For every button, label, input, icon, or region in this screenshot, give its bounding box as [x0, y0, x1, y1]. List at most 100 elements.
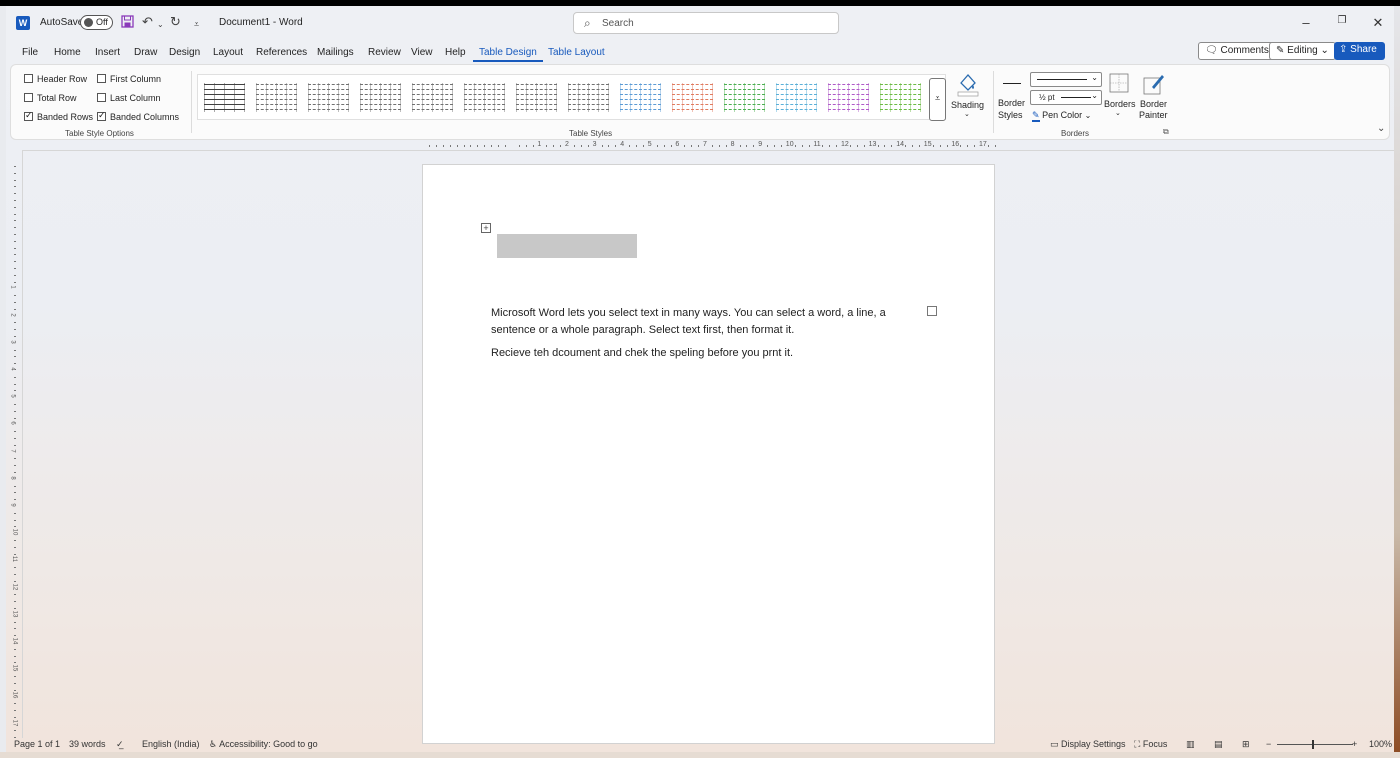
- table-style-swatch[interactable]: [412, 83, 453, 112]
- ruler-number: 15: [11, 664, 18, 672]
- read-mode-icon[interactable]: ▥: [1186, 739, 1195, 750]
- table-style-swatch[interactable]: [204, 83, 245, 112]
- paragraph-2[interactable]: Recieve teh dcoument and chek the spelin…: [491, 345, 901, 362]
- pen-color-button[interactable]: ✎ Pen Color ⌄: [1032, 110, 1102, 124]
- table-style-swatch[interactable]: [516, 83, 557, 112]
- accessibility-status[interactable]: ♿︎ Accessibility: Good to go: [209, 739, 318, 750]
- table-cell-selected[interactable]: [497, 234, 637, 258]
- undo-icon[interactable]: ↶: [142, 15, 153, 29]
- web-layout-icon[interactable]: ⊞: [1242, 739, 1250, 750]
- proofing-icon[interactable]: ✓̲: [116, 739, 124, 750]
- save-icon[interactable]: [121, 15, 134, 31]
- swatch-col-line: [432, 83, 433, 112]
- table-move-handle-icon[interactable]: +: [481, 223, 491, 233]
- tab-view[interactable]: View: [411, 47, 433, 58]
- zoom-in-icon[interactable]: +: [1352, 739, 1357, 749]
- search-input[interactable]: ⌕ Search: [573, 12, 839, 34]
- swatch-col-line: [620, 83, 621, 112]
- tab-references[interactable]: References: [256, 47, 307, 58]
- borders-grid-icon: [1109, 73, 1129, 93]
- table-style-swatch[interactable]: [828, 83, 869, 112]
- redo-icon[interactable]: ↻: [170, 15, 181, 29]
- header-row-checkbox[interactable]: Header Row: [24, 74, 87, 84]
- comments-label: Comments: [1220, 45, 1269, 56]
- tab-draw[interactable]: Draw: [134, 47, 157, 58]
- word-count[interactable]: 39 words: [69, 739, 106, 749]
- ruler-left-border: [22, 150, 23, 738]
- table-style-swatch[interactable]: [360, 83, 401, 112]
- display-settings-button[interactable]: ▭ Display Settings: [1050, 739, 1126, 750]
- tab-review[interactable]: Review: [368, 47, 401, 58]
- minimize-icon[interactable]: –: [1296, 15, 1316, 30]
- ruler-tick: [14, 281, 16, 283]
- border-painter-button[interactable]: Border Painter: [1137, 73, 1171, 125]
- line-style-dropdown[interactable]: ⌄: [1030, 72, 1102, 87]
- editing-button[interactable]: ✎ Editing ⌄: [1269, 42, 1336, 60]
- shading-button[interactable]: Shading ⌄: [949, 71, 985, 121]
- table-style-swatch[interactable]: [568, 83, 609, 112]
- tab-table-layout[interactable]: Table Layout: [548, 47, 605, 58]
- horizontal-ruler[interactable]: 1 2 3 4 5 6 7 8 9 10 11 12 13 14 15 16 17: [421, 141, 996, 151]
- zoom-level[interactable]: 100%: [1369, 739, 1392, 749]
- autosave-toggle[interactable]: Off: [80, 15, 113, 30]
- tab-mailings[interactable]: Mailings: [317, 47, 354, 58]
- ruler-tick: [974, 145, 976, 147]
- line-weight-dropdown[interactable]: ½ pt ⌄: [1030, 90, 1102, 105]
- total-row-checkbox[interactable]: Total Row: [24, 93, 77, 103]
- first-column-checkbox[interactable]: First Column: [97, 74, 161, 84]
- language-indicator[interactable]: English (India): [142, 739, 200, 749]
- table-style-swatch[interactable]: [256, 83, 297, 112]
- banded-columns-checkbox[interactable]: Banded Columns: [97, 110, 179, 122]
- swatch-col-line: [452, 83, 453, 112]
- focus-button[interactable]: ⛶ Focus: [1134, 739, 1167, 750]
- borders-button[interactable]: Borders ⌄: [1104, 73, 1136, 125]
- table-style-swatch[interactable]: [776, 83, 817, 112]
- table-style-swatch[interactable]: [620, 83, 661, 112]
- tab-layout[interactable]: Layout: [213, 47, 243, 58]
- tab-file[interactable]: File: [22, 47, 38, 58]
- paragraph-1[interactable]: Microsoft Word lets you select text in m…: [491, 305, 901, 339]
- ruler-tick: [14, 329, 16, 331]
- vertical-ruler[interactable]: 1 2 3 4 5 6 7 8 9 10 11 12 13 14 15 16 17: [10, 166, 20, 746]
- share-button[interactable]: ⇪ Share: [1334, 42, 1385, 60]
- swatch-col-line: [536, 83, 537, 112]
- swatch-col-line: [348, 83, 349, 112]
- ruler-tick: [449, 145, 451, 147]
- ruler-tick: [884, 145, 886, 147]
- zoom-slider-thumb[interactable]: [1312, 740, 1314, 749]
- tab-table-design[interactable]: Table Design: [473, 47, 543, 62]
- table-style-swatch[interactable]: [464, 83, 505, 112]
- borders-dialog-launcher-icon[interactable]: ⧉: [1163, 127, 1169, 137]
- restore-icon[interactable]: ❐: [1332, 15, 1352, 26]
- border-styles-button[interactable]: Border Styles: [995, 73, 1029, 123]
- ruler-tick: [498, 145, 499, 147]
- table-style-swatch[interactable]: [308, 83, 349, 112]
- table-style-swatch[interactable]: [672, 83, 713, 112]
- gallery-more-button[interactable]: ⩡: [929, 78, 946, 121]
- zoom-out-icon[interactable]: −: [1266, 739, 1271, 749]
- layout-options-icon[interactable]: [927, 306, 937, 316]
- checkbox-label: Banded Rows: [37, 112, 94, 122]
- print-layout-icon[interactable]: ▤: [1214, 739, 1223, 750]
- tab-insert[interactable]: Insert: [95, 47, 120, 58]
- last-column-checkbox[interactable]: Last Column: [97, 93, 161, 103]
- tab-help[interactable]: Help: [445, 47, 466, 58]
- tab-design[interactable]: Design: [169, 47, 200, 58]
- pen-icon: ✎: [1032, 110, 1040, 122]
- table-style-swatch[interactable]: [880, 83, 921, 112]
- banded-rows-checkbox[interactable]: Banded Rows: [24, 110, 94, 122]
- ruler-number: 17: [11, 719, 18, 726]
- close-icon[interactable]: ✕: [1368, 15, 1388, 31]
- collapse-ribbon-icon[interactable]: ⌄: [1377, 123, 1385, 134]
- ruler-tick: [725, 145, 727, 147]
- page-count[interactable]: Page 1 of 1: [14, 739, 60, 749]
- undo-dropdown-icon[interactable]: ⌄: [157, 18, 164, 32]
- ruler-tick: [960, 145, 962, 147]
- ruler-number: 14: [11, 637, 18, 645]
- tab-home[interactable]: Home: [54, 47, 81, 58]
- customize-toolbar-icon[interactable]: ⩡: [194, 17, 199, 31]
- comments-button[interactable]: 🗨 Comments: [1198, 42, 1276, 60]
- zoom-slider[interactable]: [1277, 744, 1353, 745]
- document-page[interactable]: + Microsoft Word lets you select text in…: [422, 164, 995, 744]
- table-style-swatch[interactable]: [724, 83, 765, 112]
